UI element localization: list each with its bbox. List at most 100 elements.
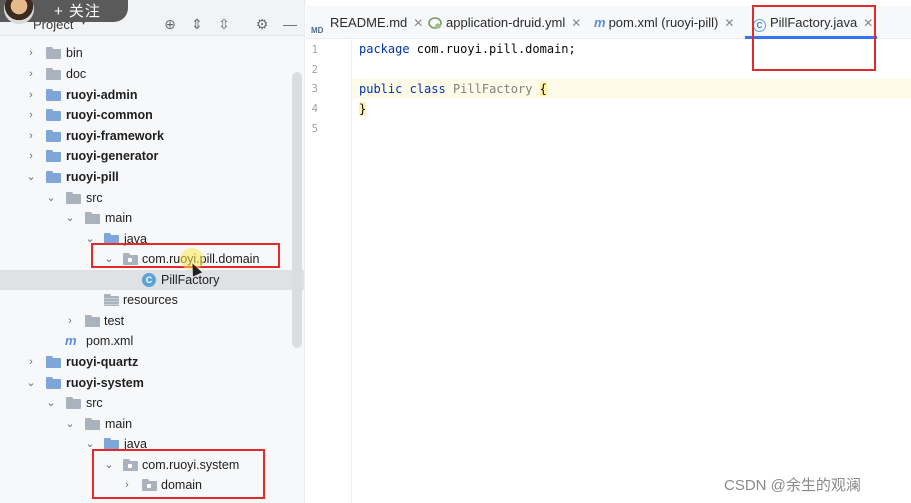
highlight-box-system-package [92,449,265,499]
tree-item-label: doc [66,67,87,81]
tab-application-druid[interactable]: application-druid.yml ✕ [427,6,581,39]
keyword: class [409,82,446,96]
chevron-right-icon[interactable]: › [25,105,37,125]
tree-item-main[interactable]: ⌄ main [0,208,304,228]
code-text: com.ruoyi.pill.domain; [409,42,576,56]
tree-item-label: ruoyi-system [66,376,144,390]
chevron-right-icon[interactable]: › [25,352,37,372]
module-folder-icon [46,377,61,389]
follow-button[interactable]: + 关注 [0,0,128,24]
tree-item-label: src [86,191,103,205]
line-number: 2 [311,64,318,76]
tree-item-label: src [86,396,103,410]
module-folder-icon [46,130,61,142]
tree-item-label: main [105,211,133,225]
folder-icon [66,192,81,204]
folder-icon [85,315,100,327]
class-name: PillFactory [452,82,533,96]
folder-icon [85,212,100,224]
maven-file-icon: m [594,15,606,30]
tree-item-ruoyi-generator[interactable]: › ruoyi-generator [0,146,304,166]
minimize-icon[interactable]: — [282,16,298,32]
code-line-3[interactable]: public class PillFactory { [359,79,547,99]
maven-file-icon: m [65,333,77,348]
tree-item-bin[interactable]: › bin [0,43,304,63]
tab-label: README.md [330,15,408,30]
avatar [4,0,34,24]
follow-label: + 关注 [54,3,101,20]
yaml-file-icon [428,17,442,29]
code-line-1[interactable]: package com.ruoyi.pill.domain; [359,39,576,59]
tree-item-ruoyi-admin[interactable]: › ruoyi-admin [0,85,304,105]
expand-all-icon[interactable]: ⇕ [189,16,205,32]
tab-readme[interactable]: MD README.md ✕ [311,6,423,39]
gear-icon[interactable]: ⚙ [254,16,270,32]
resources-folder-icon [104,294,119,306]
keyword: package [359,42,410,56]
tree-item-label: ruoyi-admin [66,88,138,102]
line-number: 3 [311,83,318,95]
line-number: 4 [311,103,318,115]
line-number: 1 [311,44,318,56]
folder-icon [46,68,61,80]
module-folder-icon [46,356,61,368]
chevron-down-icon[interactable]: ⌄ [64,208,76,228]
tree-scrollbar[interactable] [292,72,302,348]
tree-item-ruoyi-framework[interactable]: › ruoyi-framework [0,126,304,146]
tree-item-label: ruoyi-generator [66,149,159,163]
chevron-right-icon[interactable]: › [64,311,76,331]
chevron-right-icon[interactable]: › [25,43,37,63]
close-icon[interactable]: ✕ [413,16,423,30]
tree-item-src[interactable]: ⌄ src [0,188,304,208]
module-folder-icon [46,89,61,101]
tree-item-label: bin [66,46,83,60]
java-class-icon: C [142,273,156,287]
tree-item-doc[interactable]: › doc [0,64,304,84]
csdn-watermark: CSDN @余生的观澜 [724,477,861,494]
tree-item-main[interactable]: ⌄ main [0,414,304,434]
chevron-right-icon[interactable]: › [25,126,37,146]
tree-item-label: pom.xml [86,334,134,348]
close-icon[interactable]: ✕ [724,16,734,30]
chevron-down-icon[interactable]: ⌄ [45,393,57,413]
chevron-down-icon[interactable]: ⌄ [64,414,76,434]
tree-item-ruoyi-common[interactable]: › ruoyi-common [0,105,304,125]
tree-item-ruoyi-quartz[interactable]: › ruoyi-quartz [0,352,304,372]
chevron-right-icon[interactable]: › [25,64,37,84]
chevron-right-icon[interactable]: › [25,146,37,166]
chevron-down-icon[interactable]: ⌄ [25,373,37,393]
tree-item-ruoyi-pill[interactable]: ⌄ ruoyi-pill [0,167,304,187]
code-line-4[interactable]: } [359,99,367,119]
tree-item-label: main [105,417,133,431]
tree-item-src[interactable]: ⌄ src [0,393,304,413]
folder-icon [46,47,61,59]
brace: } [359,102,367,116]
tree-item-resources[interactable]: resources [0,290,304,310]
folder-icon [85,418,100,430]
keyword: public [359,82,403,96]
tab-label: application-druid.yml [446,15,566,30]
brace: { [539,82,547,96]
tree-item-label: ruoyi-quartz [66,355,139,369]
chevron-down-icon[interactable]: ⌄ [25,167,37,187]
tree-item-label: test [104,314,125,328]
highlight-box-tab [752,5,876,71]
line-number-gutter: 1 2 3 4 5 [306,39,352,503]
tree-item-pillfactory[interactable]: C PillFactory [0,270,304,290]
tree-item-test[interactable]: › test [0,311,304,331]
tree-item-label: PillFactory [161,273,220,287]
tree-item-label: resources [123,293,178,307]
tree-item-ruoyi-system[interactable]: ⌄ ruoyi-system [0,373,304,393]
line-number: 5 [311,123,318,135]
target-icon[interactable]: ⊕ [162,16,178,32]
tab-pom-xml[interactable]: m pom.xml (ruoyi-pill) ✕ [594,6,734,39]
close-icon[interactable]: ✕ [571,16,581,30]
collapse-all-icon[interactable]: ⇳ [216,16,232,32]
tree-item-pom-xml[interactable]: m pom.xml [0,331,304,351]
tab-label: pom.xml (ruoyi-pill) [608,15,719,30]
chevron-right-icon[interactable]: › [25,85,37,105]
markdown-file-icon: MD [311,26,324,35]
tree-item-label: ruoyi-pill [66,170,119,184]
module-folder-icon [46,171,61,183]
chevron-down-icon[interactable]: ⌄ [45,188,57,208]
